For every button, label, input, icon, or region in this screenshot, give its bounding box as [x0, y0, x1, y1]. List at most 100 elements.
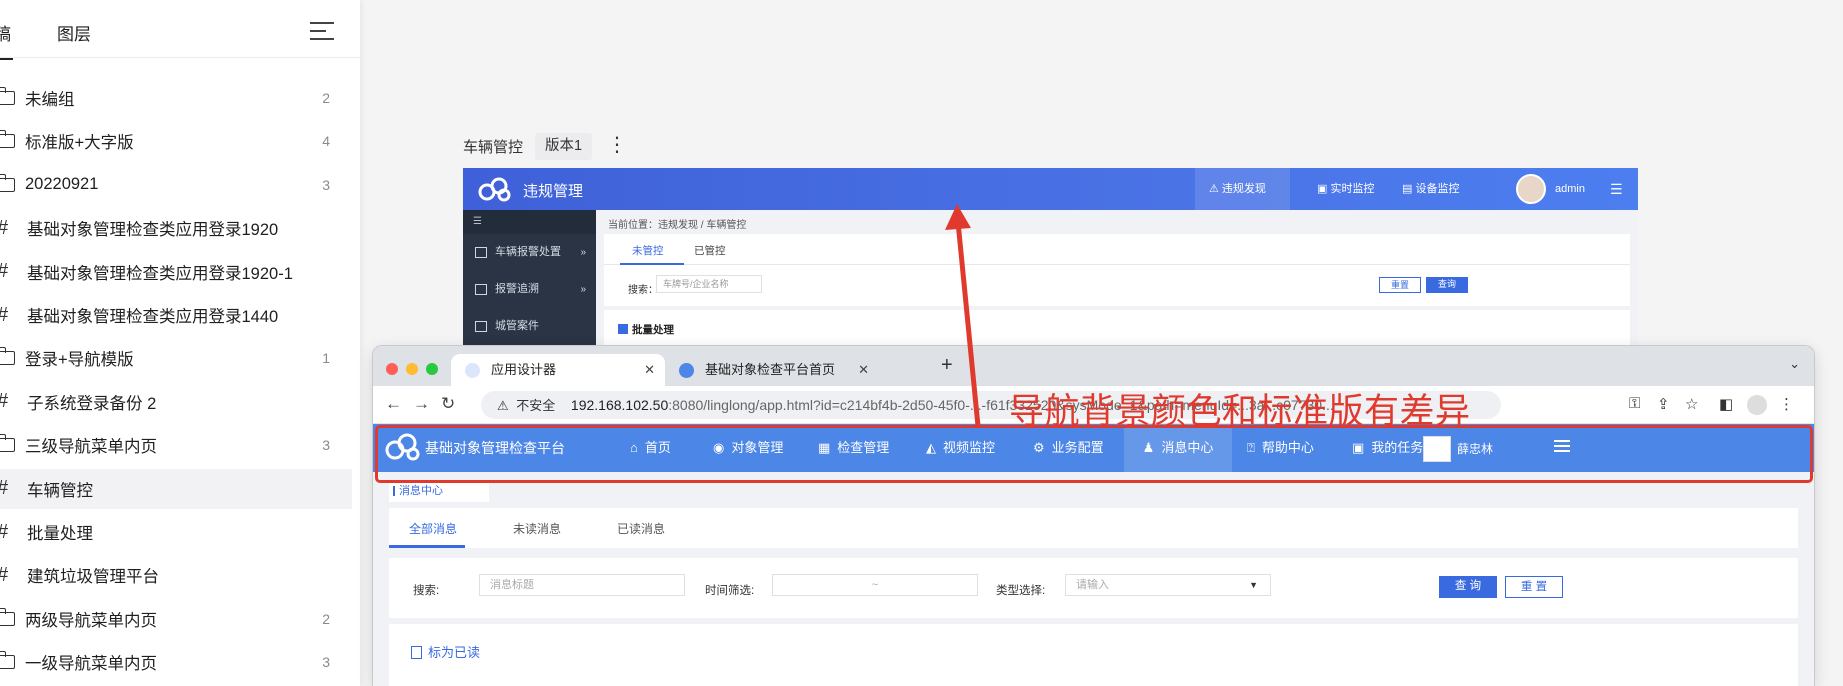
tab-unread-messages[interactable]: 未读消息	[513, 520, 561, 537]
layer-item-label: 20220921	[25, 175, 99, 194]
close-tab-icon[interactable]: ✕	[858, 354, 869, 386]
layer-item[interactable]: 20220921 3	[0, 165, 352, 205]
batch-checkbox[interactable]: 批量处理	[618, 322, 674, 337]
minimize-window-button[interactable]	[406, 363, 418, 375]
breadcrumb-tag[interactable]: 消息中心	[389, 480, 489, 502]
tab-controlled[interactable]: 已管控	[694, 243, 726, 258]
layer-item[interactable]: # 批量处理	[0, 512, 352, 552]
menu-icon[interactable]: ☰	[1596, 168, 1637, 210]
profile-icon[interactable]	[1747, 395, 1767, 415]
insecure-label: 不安全	[516, 398, 556, 413]
layer-item[interactable]: 登录+导航模版 1	[0, 338, 352, 378]
layer-item[interactable]: # 基础对象管理检查类应用登录1920	[0, 208, 352, 248]
mock-sidebar: ☰ 车辆报警处置» 报警追溯» 城管案件	[463, 210, 596, 348]
folder-open-icon	[0, 434, 15, 453]
folder-icon	[0, 87, 15, 105]
mock-nav-realtime[interactable]: ▣ 实时监控	[1303, 168, 1388, 210]
search-input[interactable]: 消息标题	[479, 574, 685, 596]
layer-item[interactable]: # 建筑垃圾管理平台	[0, 555, 352, 595]
forward-icon[interactable]: →	[413, 394, 430, 414]
trace-icon	[475, 283, 487, 295]
query-button[interactable]: 查 询	[1439, 576, 1497, 598]
mock-nav-device[interactable]: ▤ 设备监控	[1388, 168, 1473, 210]
breadcrumb: 当前位置：违规发现 / 车辆管控	[608, 220, 747, 231]
layer-item[interactable]: 两级导航菜单内页 2	[0, 599, 352, 639]
close-tab-icon[interactable]: ✕	[644, 354, 655, 386]
layer-item-label: 一级导航菜单内页	[25, 655, 157, 674]
layer-item-label: 批量处理	[27, 525, 93, 543]
mock-nav-violation[interactable]: ⚠ 违规发现	[1195, 168, 1290, 210]
browser-tab-home[interactable]: 基础对象检查平台首页 ✕	[665, 354, 879, 386]
layer-item[interactable]: # 车辆管控	[0, 468, 352, 509]
mark-read-button[interactable]: 标为已读	[411, 642, 480, 661]
sidebar-toggle-icon[interactable]: ◧	[1719, 395, 1733, 413]
device-icon: ▤	[1402, 183, 1416, 195]
layer-count: 3	[322, 176, 330, 193]
key-icon[interactable]: ⚿	[1629, 395, 1640, 412]
close-window-button[interactable]	[386, 363, 398, 375]
back-icon[interactable]: ←	[385, 394, 402, 414]
layer-item-label: 基础对象管理检查类应用登录1920	[27, 221, 279, 240]
share-icon[interactable]: ⇪	[1657, 395, 1670, 413]
layer-item[interactable]: # 子系统登录备份 2	[0, 382, 352, 422]
frame-title: 车辆管控	[463, 139, 524, 156]
folder-icon	[0, 651, 15, 670]
layer-item[interactable]: # 基础对象管理检查类应用登录1440	[0, 295, 352, 335]
type-select[interactable]: 请输入 ▼	[1065, 574, 1271, 596]
search-label: 搜索：	[628, 285, 658, 296]
sidebar-item-trace[interactable]: 报警追溯»	[463, 271, 596, 308]
case-icon	[475, 320, 487, 332]
mock-username: admin	[1555, 183, 1585, 195]
layer-item-label: 登录+导航模版	[25, 351, 134, 370]
reload-icon[interactable]: ↻	[441, 394, 455, 414]
tab-layers[interactable]: 图层	[57, 20, 91, 45]
folder-open-icon	[0, 173, 15, 192]
layer-item[interactable]: 标准版+大字版 4	[0, 121, 352, 161]
layer-item-label: 车辆管控	[27, 481, 93, 500]
query-button[interactable]: 查询	[1426, 277, 1468, 293]
sidebar-toggle-icon[interactable]: ☰	[463, 210, 596, 234]
more-menu-icon[interactable]: ⋮	[1779, 395, 1794, 413]
layer-item[interactable]: # 基础对象管理检查类应用登录1920-1	[0, 252, 352, 292]
reset-button[interactable]: 重置	[1379, 277, 1421, 293]
tab-read-messages[interactable]: 已读消息	[617, 520, 665, 537]
version-badge[interactable]: 版本1	[535, 133, 593, 160]
maximize-window-button[interactable]	[426, 363, 438, 375]
url-host: 192.168.102.50	[570, 397, 669, 413]
date-range-input[interactable]: ~	[772, 574, 978, 596]
filter-bar: 搜索: 消息标题 时间筛选: ~ 类型选择: 请输入 ▼ 查 询 重 置	[389, 558, 1798, 618]
warning-icon: ⚠	[497, 398, 509, 413]
layer-item-label: 两级导航菜单内页	[25, 611, 157, 630]
warning-icon: ⚠	[1209, 183, 1222, 195]
layer-item[interactable]: 一级导航菜单内页 3	[0, 642, 352, 682]
logo-icon	[478, 177, 511, 202]
layer-item[interactable]: 三级导航菜单内页 3	[0, 425, 352, 465]
panel-tabs: 稿 图层	[0, 0, 360, 60]
sidebar-item-cases[interactable]: 城管案件	[463, 308, 596, 345]
browser-tab-designer[interactable]: 应用设计器 ✕	[451, 354, 665, 386]
layer-count: 3	[322, 437, 330, 454]
star-icon[interactable]: ☆	[1685, 395, 1698, 413]
frame-icon: #	[0, 304, 19, 327]
layer-item[interactable]: 未编组 2	[0, 78, 352, 118]
tab-strip: 应用设计器 ✕ 基础对象检查平台首页 ✕ + ⌄	[373, 346, 1814, 386]
type-select-label: 类型选择:	[996, 585, 1046, 597]
search-input[interactable]: 车牌号/企业名称	[656, 275, 762, 293]
tab-draft[interactable]: 稿	[0, 20, 13, 60]
monitor-icon: ▣	[1317, 183, 1331, 195]
frame-icon: #	[0, 260, 19, 283]
frame-icon: #	[0, 390, 19, 413]
layer-count: 3	[322, 654, 330, 671]
tab-search-icon[interactable]: ⌄	[1789, 356, 1800, 372]
mock-main: 当前位置：违规发现 / 车辆管控 未管控 已管控 搜索： 车牌号/企业名称 重置…	[596, 210, 1638, 348]
layer-count: 4	[322, 133, 330, 150]
chevron-icon: »	[580, 284, 586, 295]
more-options-icon[interactable]: ⋮	[607, 134, 627, 156]
collapse-panel-icon[interactable]	[310, 22, 334, 40]
layer-item-label: 建筑垃圾管理平台	[27, 568, 159, 587]
tab-all-messages[interactable]: 全部消息	[409, 520, 457, 537]
reset-button[interactable]: 重 置	[1505, 576, 1563, 598]
tab-uncontrolled[interactable]: 未管控	[632, 243, 664, 258]
sidebar-item-vehicle-alarm[interactable]: 车辆报警处置»	[463, 234, 596, 271]
mock-header: 违规管理 ⚠ 违规发现 ▣ 实时监控 ▤ 设备监控 admin ☰	[463, 168, 1638, 210]
